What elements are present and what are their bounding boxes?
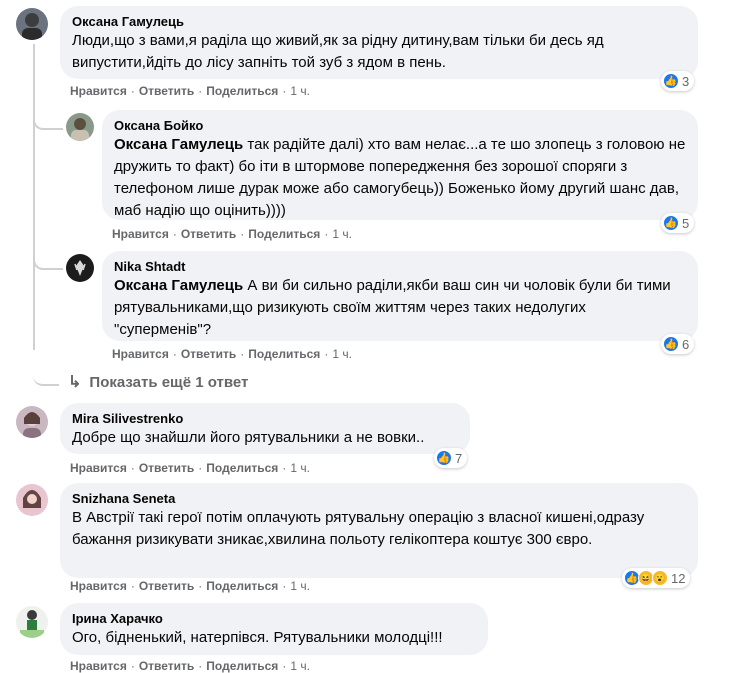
comment-text: Ого, бідненький, натерпівся. Рятувальник… bbox=[72, 629, 443, 646]
reaction-summary[interactable]: 👍 3 bbox=[661, 71, 695, 91]
avatar[interactable] bbox=[16, 484, 48, 516]
comment-author[interactable]: Snizhana Seneta bbox=[72, 491, 686, 507]
reaction-count: 7 bbox=[455, 450, 463, 466]
share-button[interactable]: Поделиться bbox=[206, 84, 278, 98]
comment-bubble: Snizhana Seneta В Австрії такі герої пот… bbox=[60, 483, 698, 578]
thread-curve bbox=[33, 340, 59, 386]
reply-button[interactable]: Ответить bbox=[181, 347, 236, 361]
reaction-summary[interactable]: 👍 6 bbox=[661, 334, 695, 354]
comment-time[interactable]: 1 ч. bbox=[332, 227, 352, 241]
reply-button[interactable]: Ответить bbox=[139, 659, 194, 673]
comment-author[interactable]: Оксана Бойко bbox=[114, 118, 686, 134]
avatar[interactable] bbox=[16, 606, 48, 638]
comment-author[interactable]: Nika Shtadt bbox=[114, 259, 686, 275]
avatar[interactable] bbox=[66, 254, 94, 282]
show-more-replies[interactable]: ↳ Показать ещё 1 ответ bbox=[68, 372, 248, 392]
reply-connector bbox=[33, 240, 63, 270]
reply-arrow-icon: ↳ bbox=[68, 374, 82, 391]
reply-button[interactable]: Ответить bbox=[139, 579, 194, 593]
comment-actions: Нравится · Ответить · Поделиться · 1 ч. bbox=[70, 461, 310, 475]
comment-actions: Нравится · Ответить · Поделиться · 1 ч. bbox=[70, 84, 310, 98]
reply-button[interactable]: Ответить bbox=[139, 84, 194, 98]
comment-author[interactable]: Mira Silivestrenko bbox=[72, 411, 458, 427]
comment-text: Оксана Гамулець А ви би сильно раділи,як… bbox=[114, 277, 671, 338]
reaction-summary[interactable]: 👍 5 bbox=[661, 213, 695, 233]
comment-actions: Нравится · Ответить · Поделиться · 1 ч. bbox=[70, 659, 310, 673]
comment-actions: Нравится · Ответить · Поделиться · 1 ч. bbox=[112, 227, 352, 241]
like-icon: 👍 bbox=[436, 450, 452, 466]
like-button[interactable]: Нравится bbox=[70, 461, 127, 475]
like-icon: 👍 bbox=[663, 215, 679, 231]
like-button[interactable]: Нравится bbox=[70, 579, 127, 593]
like-icon: 👍 bbox=[663, 336, 679, 352]
share-button[interactable]: Поделиться bbox=[206, 461, 278, 475]
comment-text: В Австрії такі герої потім оплачують рят… bbox=[72, 509, 645, 548]
reaction-summary[interactable]: 👍 7 bbox=[434, 448, 468, 468]
reply-button[interactable]: Ответить bbox=[181, 227, 236, 241]
mention-link[interactable]: Оксана Гамулець bbox=[114, 277, 243, 294]
comment-time[interactable]: 1 ч. bbox=[290, 84, 310, 98]
comment-time[interactable]: 1 ч. bbox=[290, 579, 310, 593]
reaction-count: 3 bbox=[682, 73, 690, 89]
share-button[interactable]: Поделиться bbox=[248, 227, 320, 241]
show-more-label: Показать ещё 1 ответ bbox=[89, 373, 249, 391]
comment-time[interactable]: 1 ч. bbox=[332, 347, 352, 361]
share-button[interactable]: Поделиться bbox=[206, 579, 278, 593]
comment-bubble: Nika Shtadt Оксана Гамулець А ви би силь… bbox=[102, 251, 698, 341]
like-button[interactable]: Нравится bbox=[112, 227, 169, 241]
comment-text: Добре що знайшли його рятувальники а не … bbox=[72, 429, 425, 446]
comment-time[interactable]: 1 ч. bbox=[290, 659, 310, 673]
comment-bubble: Оксана Гамулець Люди,що з вами,я раділа … bbox=[60, 6, 698, 79]
like-icon: 👍 bbox=[663, 73, 679, 89]
comment-author[interactable]: Ірина Харачко bbox=[72, 611, 476, 627]
reaction-summary[interactable]: 👍 😆 😮 12 bbox=[622, 568, 691, 588]
comment-actions: Нравится · Ответить · Поделиться · 1 ч. bbox=[112, 347, 352, 361]
comment-actions: Нравится · Ответить · Поделиться · 1 ч. bbox=[70, 579, 310, 593]
avatar[interactable] bbox=[16, 406, 48, 438]
comment-bubble: Ірина Харачко Ого, бідненький, натерпівс… bbox=[60, 603, 488, 655]
comment-time[interactable]: 1 ч. bbox=[290, 461, 310, 475]
reaction-count: 5 bbox=[682, 215, 690, 231]
comment-author[interactable]: Оксана Гамулець bbox=[72, 14, 686, 30]
avatar[interactable] bbox=[16, 8, 48, 40]
like-button[interactable]: Нравится bbox=[70, 84, 127, 98]
like-button[interactable]: Нравится bbox=[70, 659, 127, 673]
wow-icon: 😮 bbox=[652, 570, 668, 586]
comment-text: Оксана Гамулець так радійте далі) хто ва… bbox=[114, 136, 686, 219]
comment-bubble: Mira Silivestrenko Добре що знайшли його… bbox=[60, 403, 470, 454]
reaction-count: 12 bbox=[671, 570, 686, 586]
avatar[interactable] bbox=[66, 113, 94, 141]
mention-link[interactable]: Оксана Гамулець bbox=[114, 136, 243, 153]
share-button[interactable]: Поделиться bbox=[206, 659, 278, 673]
share-button[interactable]: Поделиться bbox=[248, 347, 320, 361]
comment-bubble: Оксана Бойко Оксана Гамулець так радійте… bbox=[102, 110, 698, 220]
reaction-count: 6 bbox=[682, 336, 690, 352]
reply-button[interactable]: Ответить bbox=[139, 461, 194, 475]
thread-line bbox=[33, 44, 35, 350]
reply-connector bbox=[33, 100, 63, 130]
comment-text: Люди,що з вами,я раділа що живий,як за р… bbox=[72, 32, 604, 71]
like-button[interactable]: Нравится bbox=[112, 347, 169, 361]
